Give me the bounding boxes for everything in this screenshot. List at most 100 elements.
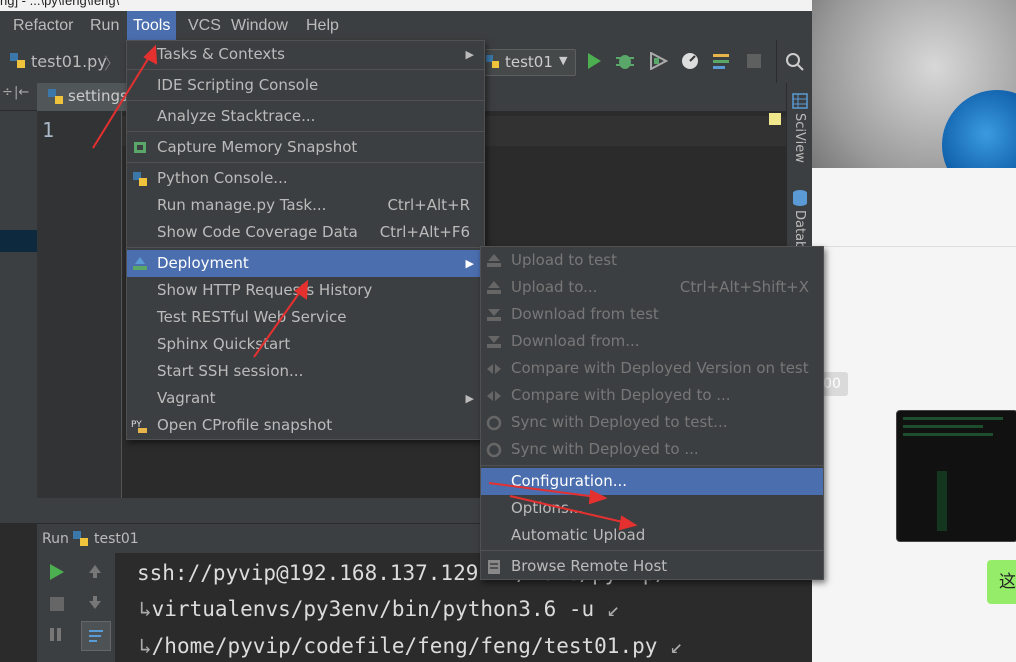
menu-item-run-manage-task[interactable]: Run manage.py Task... Ctrl+Alt+R [127, 192, 484, 219]
chat-image-thumbnail[interactable] [896, 410, 1016, 542]
menu-separator [127, 247, 484, 248]
menu-item-browse-remote-host[interactable]: Browse Remote Host [481, 553, 823, 580]
menu-item-tasks-contexts[interactable]: Tasks & Contexts ▶ [127, 41, 484, 68]
menu-item-label: Browse Remote Host [511, 557, 668, 575]
menu-item-upload-to-test[interactable]: Upload to test [481, 247, 823, 274]
menu-item-configuration[interactable]: Configuration... [481, 468, 823, 495]
menu-item-test-restful[interactable]: Test RESTful Web Service [127, 304, 484, 331]
menu-item-upload-to[interactable]: Upload to... Ctrl+Alt+Shift+X [481, 274, 823, 301]
concurrency-icon[interactable] [712, 52, 732, 70]
menu-item-label: Upload to test [511, 251, 617, 269]
run-config-label: test01 [505, 53, 553, 71]
submenu-arrow-icon: ▶ [465, 257, 474, 270]
menu-item-deployment[interactable]: Deployment ▶ [127, 250, 484, 277]
pause-icon[interactable] [50, 628, 54, 641]
menu-item-label: Show HTTP Requests History [157, 281, 373, 299]
menu-item-label: Options... [511, 499, 584, 517]
search-icon[interactable] [785, 52, 805, 72]
menu-vcs[interactable]: VCS [182, 11, 227, 40]
inspection-indicator-icon[interactable] [769, 113, 781, 125]
chat-bubble[interactable]: 这 [987, 560, 1016, 604]
menu-item-automatic-upload[interactable]: Automatic Upload [481, 522, 823, 549]
submenu-arrow-icon: ▶ [465, 48, 474, 61]
menu-item-python-console[interactable]: Python Console... [127, 165, 484, 192]
menu-item-label: Compare with Deployed Version on test [511, 359, 809, 377]
wrap-indicator-icon: ↙ [606, 597, 620, 621]
debug-icon[interactable] [614, 51, 636, 71]
menu-item-compare-deployed[interactable]: Compare with Deployed to ... [481, 382, 823, 409]
menu-item-start-ssh-session[interactable]: Start SSH session... [127, 358, 484, 385]
menu-item-shortcut: Ctrl+Alt+F6 [379, 223, 470, 241]
stop-icon[interactable] [747, 54, 761, 68]
profile-icon[interactable] [680, 51, 700, 71]
menu-item-capture-memory-snapshot[interactable]: Capture Memory Snapshot [127, 134, 484, 161]
breadcrumb-file[interactable]: test01.py [31, 52, 107, 71]
run-panel-config[interactable]: test01 [94, 531, 139, 547]
line-number: 1 [42, 118, 55, 142]
menu-item-open-cprofile[interactable]: PY Open CProfile snapshot [127, 412, 484, 439]
selected-tree-row[interactable] [0, 230, 37, 252]
dropdown-arrow-icon: ▼ [559, 54, 568, 67]
run-config-selector[interactable]: test01 ▼ [478, 49, 576, 76]
menu-item-label: Compare with Deployed to ... [511, 386, 731, 404]
menu-refactor[interactable]: Refactor [7, 11, 79, 40]
background-window: 00 这 [812, 0, 1016, 662]
menu-item-shortcut: Ctrl+Alt+Shift+X [679, 278, 809, 296]
menu-tools[interactable]: Tools [127, 11, 177, 40]
tab-settings[interactable]: settings [37, 83, 128, 111]
menu-item-show-code-coverage[interactable]: Show Code Coverage Data Ctrl+Alt+F6 [127, 219, 484, 246]
coverage-icon[interactable] [648, 52, 668, 70]
wrap-indicator-icon: ↙ [670, 634, 683, 658]
menu-item-label: Open CProfile snapshot [157, 416, 333, 434]
scroll-down-icon[interactable] [87, 595, 103, 611]
menu-separator [481, 550, 823, 551]
menu-help[interactable]: Help [300, 11, 345, 40]
upload-icon [487, 281, 501, 294]
menu-item-download-from-test[interactable]: Download from test [481, 301, 823, 328]
scroll-up-icon[interactable] [87, 563, 103, 579]
thumb-line [903, 417, 1003, 420]
sync-icon [486, 442, 502, 458]
database-tab[interactable]: Datab [792, 210, 807, 249]
menu-item-analyze-stacktrace[interactable]: Analyze Stacktrace... [127, 103, 484, 130]
menu-window[interactable]: Window [225, 11, 294, 40]
menu-item-sync-deployed-test[interactable]: Sync with Deployed to test... [481, 409, 823, 436]
hide-panel-icon[interactable]: |← [14, 85, 29, 100]
soft-wrap-toggle[interactable] [81, 621, 111, 651]
menu-item-label: Start SSH session... [157, 362, 304, 380]
thumb-line [903, 433, 993, 436]
menu-item-label: Analyze Stacktrace... [157, 107, 316, 125]
panel-divider [0, 110, 37, 111]
menu-item-http-requests-history[interactable]: Show HTTP Requests History [127, 277, 484, 304]
sciview-tab[interactable]: SciView [792, 113, 807, 163]
download-icon [487, 336, 501, 348]
menu-item-sync-deployed[interactable]: Sync with Deployed to ... [481, 436, 823, 463]
menu-run[interactable]: Run [84, 11, 125, 40]
menu-item-label: Upload to... [511, 278, 598, 296]
menu-item-label: Sphinx Quickstart [157, 335, 291, 353]
menu-item-sphinx-quickstart[interactable]: Sphinx Quickstart [127, 331, 484, 358]
wrap-indicator-icon: ↳ [139, 634, 152, 658]
menu-item-label: Automatic Upload [511, 526, 646, 544]
thumb-line [937, 471, 947, 531]
thumb-line [903, 425, 983, 428]
compare-icon [487, 364, 501, 374]
menu-item-compare-deployed-test[interactable]: Compare with Deployed Version on test [481, 355, 823, 382]
menu-separator [127, 100, 484, 101]
python-run-icon [73, 531, 88, 546]
breadcrumb-chevron-icon: 〉 [104, 54, 121, 73]
menu-item-vagrant[interactable]: Vagrant ▶ [127, 385, 484, 412]
editor-gutter [37, 111, 122, 498]
deployment-submenu: Upload to test Upload to... Ctrl+Alt+Shif… [480, 246, 824, 580]
pause-icon-bar [57, 628, 61, 641]
rerun-icon[interactable] [48, 563, 66, 581]
menu-item-ide-scripting-console[interactable]: IDE Scripting Console [127, 72, 484, 99]
toolbar-divider [776, 40, 777, 83]
run-panel-toolbar [37, 553, 115, 662]
stop-run-icon[interactable] [50, 597, 64, 611]
menu-separator [127, 162, 484, 163]
menu-item-download-from[interactable]: Download from... [481, 328, 823, 355]
run-icon[interactable] [585, 52, 603, 70]
menu-item-options[interactable]: Options... [481, 495, 823, 522]
collapse-all-icon[interactable]: ÷ [2, 85, 13, 100]
